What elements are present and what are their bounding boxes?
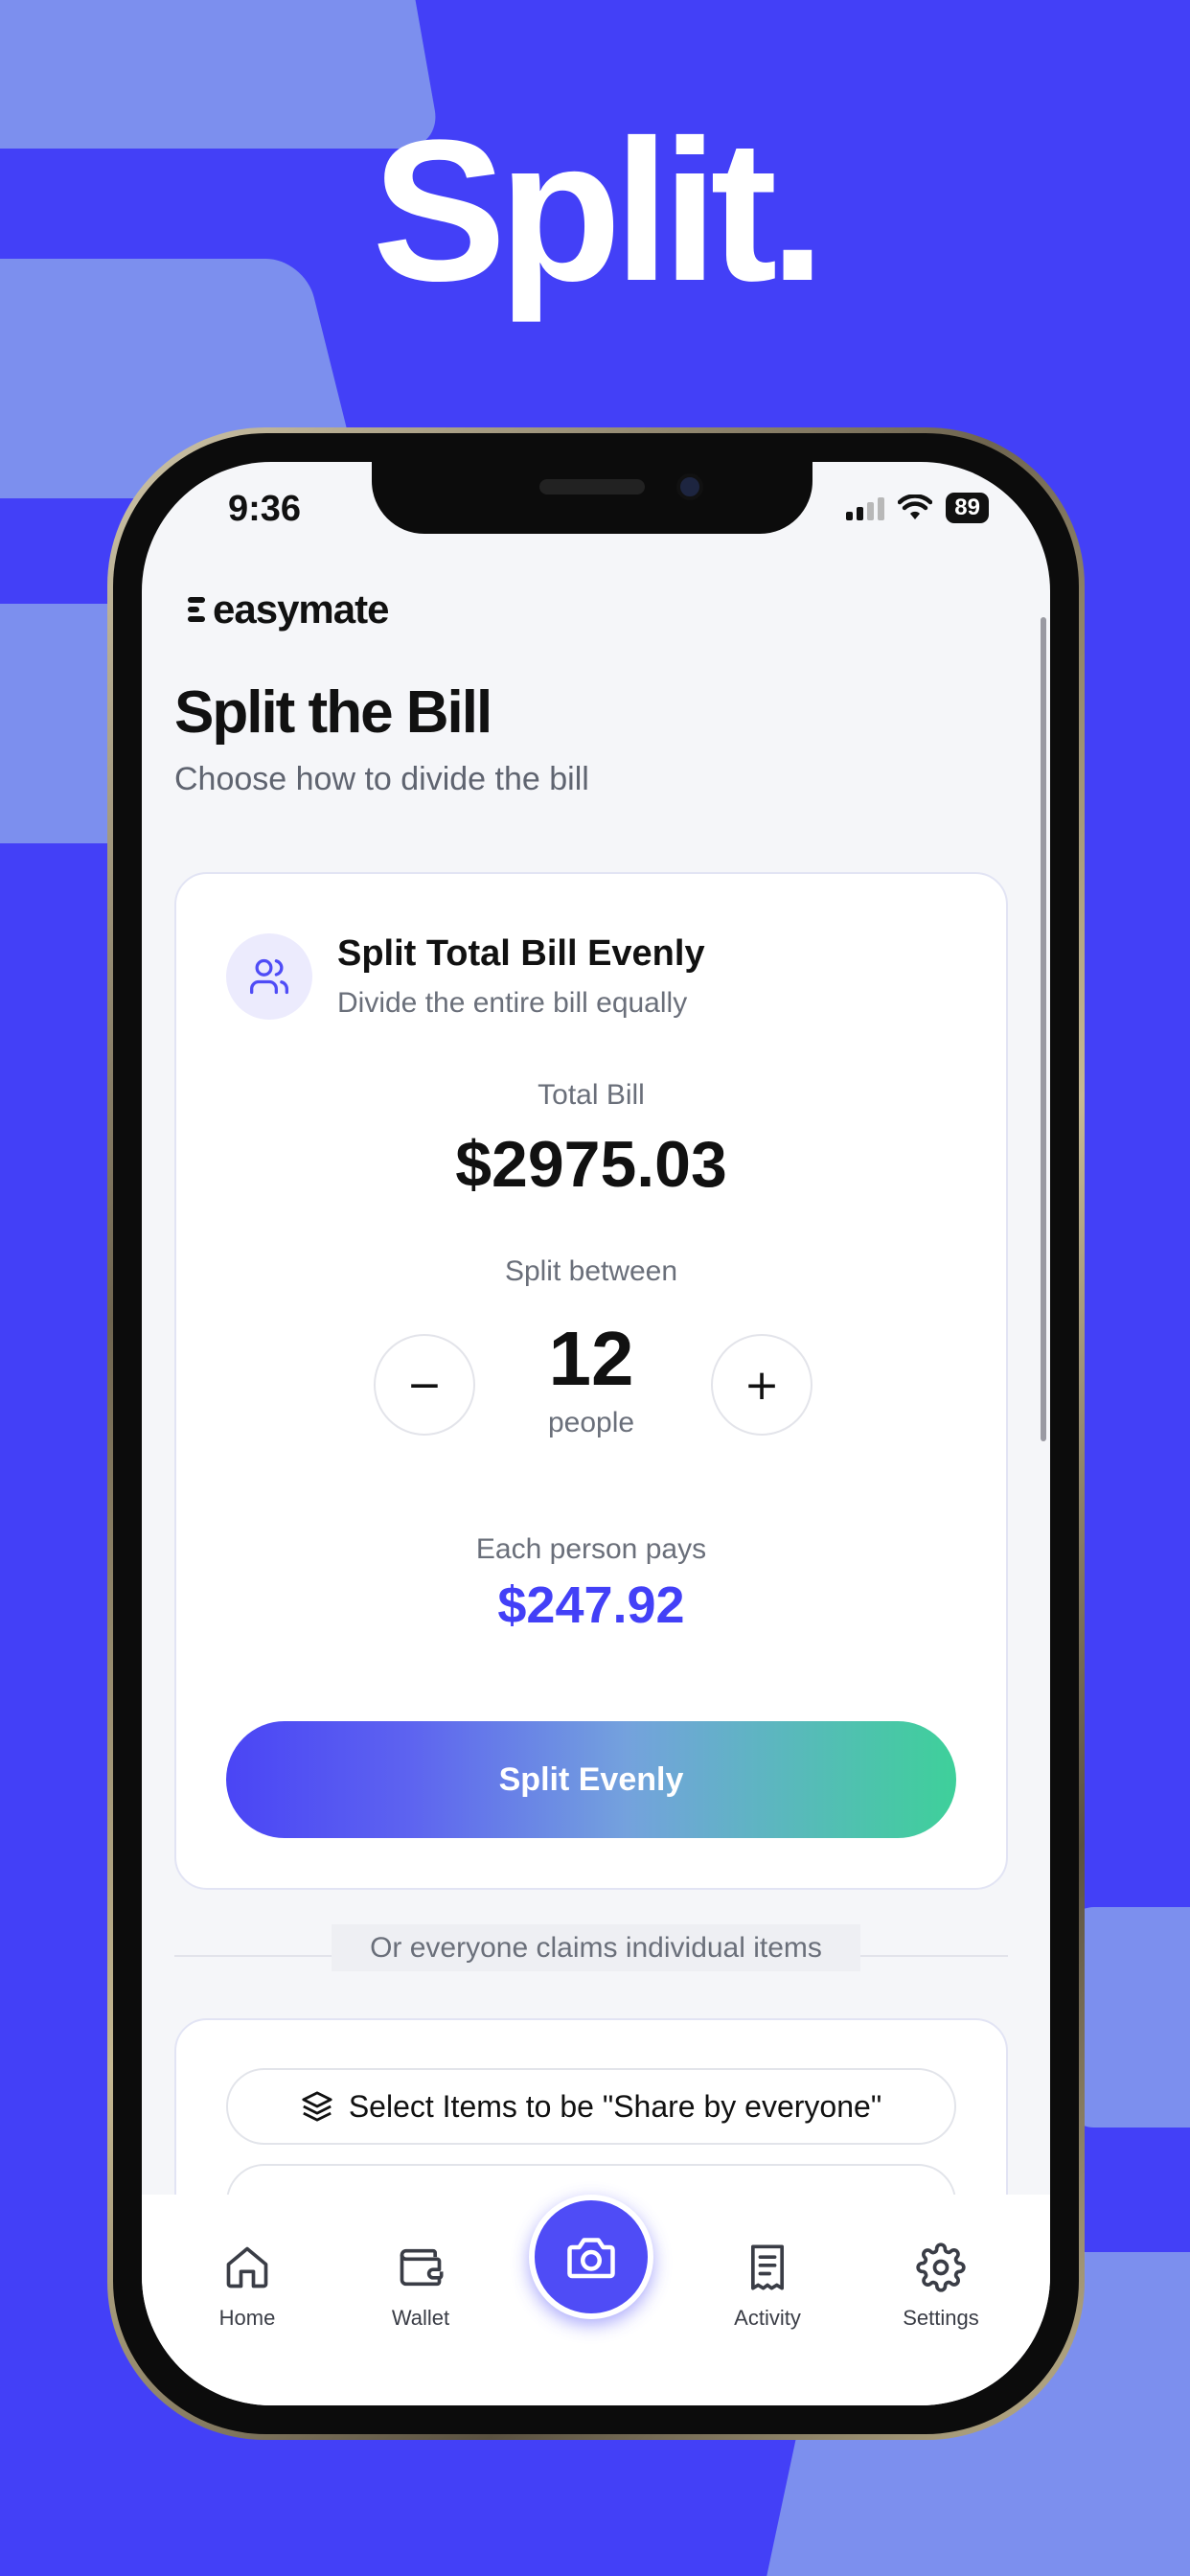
split-between-label: Split between xyxy=(504,1255,678,1287)
gear-icon xyxy=(916,2242,966,2292)
total-bill-value: $2975.03 xyxy=(455,1128,727,1201)
total-bill-label: Total Bill xyxy=(538,1079,645,1111)
split-evenly-button[interactable]: Split Evenly xyxy=(226,1721,956,1838)
card-title: Split Total Bill Evenly xyxy=(337,933,705,974)
people-label: people xyxy=(547,1407,635,1438)
increase-people-button[interactable]: + xyxy=(711,1334,812,1436)
each-person-pays-label: Each person pays xyxy=(475,1533,707,1565)
phone-frame: 9:36 89 easymate Split the Bill Choose h… xyxy=(107,427,1085,2440)
tab-label: Wallet xyxy=(391,2306,450,2330)
each-person-pays-value: $247.92 xyxy=(497,1576,685,1634)
receipt-icon xyxy=(750,2244,785,2290)
logo-icon xyxy=(188,597,205,622)
page-subtitle: Choose how to divide the bill xyxy=(174,761,589,797)
tab-label: Settings xyxy=(903,2306,979,2330)
tab-activity[interactable]: Activity xyxy=(700,2242,835,2331)
phone-bezel: 9:36 89 easymate Split the Bill Choose h… xyxy=(113,433,1079,2434)
share-by-everyone-label: Select Items to be "Share by everyone" xyxy=(348,2088,882,2124)
tab-bar: Home Wallet Activity Settings xyxy=(142,2195,1050,2405)
home-icon xyxy=(226,2246,268,2288)
app-logo: easymate xyxy=(188,586,389,632)
divider-label: Or everyone claims individual items xyxy=(142,1924,1050,1971)
camera-icon xyxy=(567,2238,615,2279)
tab-settings[interactable]: Settings xyxy=(874,2242,1008,2331)
battery-indicator: 89 xyxy=(946,493,989,523)
split-evenly-card: Split Total Bill Evenly Divide the entir… xyxy=(174,872,1008,1890)
users-icon xyxy=(226,933,312,1020)
phone-screen: 9:36 89 easymate Split the Bill Choose h… xyxy=(142,462,1050,2405)
status-time: 9:36 xyxy=(228,489,302,529)
divider-text: Or everyone claims individual items xyxy=(332,1924,860,1971)
wifi-icon xyxy=(898,494,933,519)
scrollbar[interactable] xyxy=(1041,617,1046,1441)
brand-title: Split. xyxy=(372,98,825,323)
signal-icon xyxy=(846,495,885,520)
speaker xyxy=(539,479,645,494)
notch xyxy=(372,462,812,534)
layers-icon xyxy=(302,2091,332,2122)
wallet-icon xyxy=(400,2248,444,2287)
tab-wallet[interactable]: Wallet xyxy=(354,2242,488,2331)
tab-home[interactable]: Home xyxy=(180,2242,314,2331)
logo-text: easymate xyxy=(213,586,389,632)
share-by-everyone-button[interactable]: Select Items to be "Share by everyone" xyxy=(226,2068,956,2145)
tab-label: Home xyxy=(218,2306,276,2330)
page-title: Split the Bill xyxy=(174,679,492,746)
status-icons: 89 xyxy=(846,493,989,523)
scan-receipt-button[interactable] xyxy=(529,2195,653,2319)
people-count: 12 xyxy=(548,1316,634,1401)
front-camera xyxy=(676,473,703,500)
card-subtitle: Divide the entire bill equally xyxy=(337,987,688,1019)
tab-label: Activity xyxy=(734,2306,801,2330)
